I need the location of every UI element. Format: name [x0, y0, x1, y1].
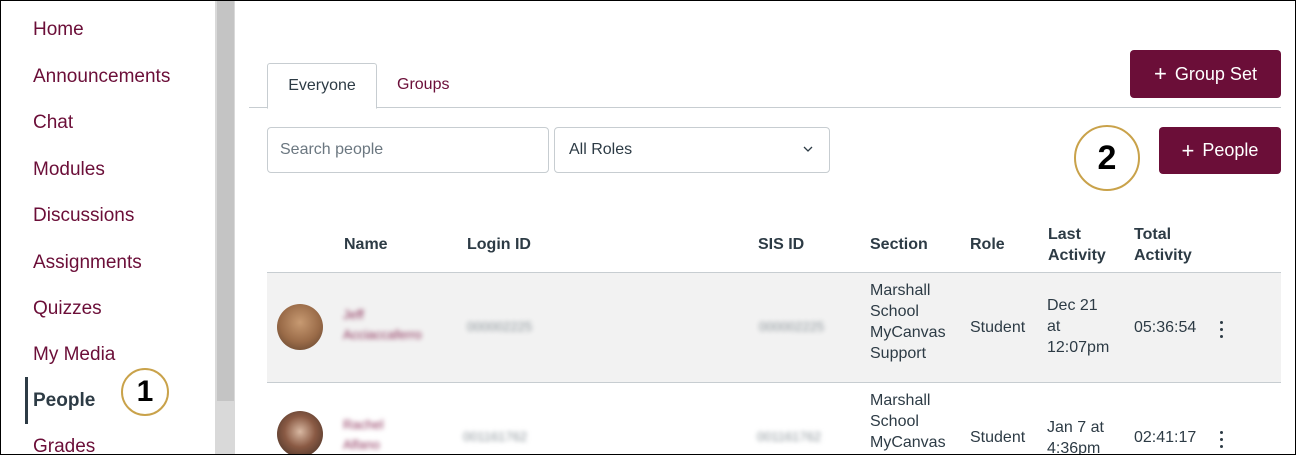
- nav-item-chat[interactable]: Chat: [33, 112, 73, 134]
- nav-item-home[interactable]: Home: [33, 19, 84, 41]
- header-last-activity[interactable]: Last Activity: [1048, 224, 1106, 266]
- header-sis-id[interactable]: SIS ID: [758, 234, 804, 255]
- plus-icon: +: [1181, 137, 1195, 163]
- header-total-activity-line2: Activity: [1134, 247, 1192, 264]
- sis-id: 001161762: [757, 429, 822, 444]
- section-line: School: [870, 303, 919, 320]
- sidebar-scrollbar-thumb[interactable]: [217, 1, 234, 401]
- header-role[interactable]: Role: [970, 234, 1005, 255]
- nav-item-quizzes[interactable]: Quizzes: [33, 298, 102, 320]
- last-activity-line: 12:07pm: [1047, 339, 1110, 356]
- nav-item-announcements[interactable]: Announcements: [33, 66, 170, 88]
- table-row: Jeff Acciaccaferro 000002225 000002225 M…: [267, 273, 1281, 383]
- course-nav-sidebar: Home Announcements Chat Modules Discussi…: [1, 1, 215, 454]
- section-cell: Marshall School MyCanvas: [870, 390, 946, 453]
- add-group-set-label: Group Set: [1174, 63, 1257, 84]
- active-indicator: [25, 377, 28, 424]
- last-activity-line: at: [1047, 318, 1061, 335]
- role-cell: Student: [970, 319, 1026, 336]
- avatar[interactable]: [277, 304, 323, 350]
- total-activity-cell: 05:36:54: [1134, 319, 1197, 336]
- user-first-name: Jeff: [343, 307, 364, 322]
- header-total-activity-line1: Total: [1134, 226, 1172, 243]
- section-line: Marshall: [870, 392, 931, 409]
- roles-select-value: All Roles: [569, 141, 633, 158]
- callout-number-2: 2: [1074, 125, 1140, 191]
- last-activity-cell: Jan 7 at 4:36pm: [1047, 417, 1104, 455]
- user-name-link[interactable]: Jeff Acciaccaferro: [343, 305, 422, 345]
- add-people-button[interactable]: + People: [1159, 127, 1281, 174]
- search-people-input[interactable]: [267, 127, 549, 173]
- last-activity-line: 4:36pm: [1047, 440, 1101, 455]
- nav-item-my-media[interactable]: My Media: [33, 344, 115, 366]
- nav-item-assignments[interactable]: Assignments: [33, 252, 142, 274]
- avatar[interactable]: [277, 411, 323, 454]
- add-people-label: People: [1202, 140, 1259, 160]
- people-tabs: Everyone Groups: [249, 63, 1281, 109]
- section-line: MyCanvas: [870, 434, 946, 451]
- more-options-icon[interactable]: [1220, 321, 1224, 341]
- roles-select[interactable]: All Roles: [554, 127, 830, 173]
- total-activity-cell: 02:41:17: [1134, 429, 1197, 446]
- user-last-name: Acciaccaferro: [343, 327, 422, 342]
- header-login-id[interactable]: Login ID: [467, 234, 531, 255]
- header-section[interactable]: Section: [870, 234, 928, 255]
- header-total-activity[interactable]: Total Activity: [1134, 224, 1192, 266]
- plus-icon: +: [1154, 61, 1167, 86]
- nav-item-modules[interactable]: Modules: [33, 159, 105, 181]
- sis-id: 000002225: [759, 319, 825, 334]
- login-id: 000002225: [467, 319, 533, 334]
- user-last-name: Alfano: [343, 437, 380, 452]
- tab-everyone[interactable]: Everyone: [267, 63, 377, 109]
- tab-groups[interactable]: Groups: [397, 63, 449, 107]
- header-last-activity-line1: Last: [1048, 226, 1081, 243]
- login-id: 001161762: [463, 429, 528, 444]
- user-first-name: Rachel: [343, 417, 384, 432]
- nav-item-people[interactable]: People: [33, 390, 95, 412]
- header-name[interactable]: Name: [344, 234, 388, 255]
- nav-item-grades[interactable]: Grades: [33, 436, 95, 454]
- nav-item-discussions[interactable]: Discussions: [33, 205, 134, 227]
- people-page: Everyone Groups + Group Set All Roles 2 …: [235, 1, 1295, 455]
- last-activity-line: Jan 7 at: [1047, 419, 1104, 436]
- user-name-link[interactable]: Rachel Alfano: [343, 415, 384, 454]
- add-group-set-button[interactable]: + Group Set: [1130, 50, 1281, 98]
- role-cell: Student: [970, 429, 1026, 446]
- app-window: Home Announcements Chat Modules Discussi…: [0, 0, 1296, 455]
- section-line: School: [870, 413, 919, 430]
- table-row: Rachel Alfano 001161762 001161762 Marsha…: [267, 383, 1281, 455]
- more-options-icon[interactable]: [1220, 431, 1224, 451]
- section-line: MyCanvas: [870, 324, 946, 341]
- header-last-activity-line2: Activity: [1048, 247, 1106, 264]
- section-cell: Marshall School MyCanvas Support: [870, 280, 946, 364]
- section-line: Support: [870, 345, 927, 362]
- section-line: Marshall: [870, 282, 931, 299]
- callout-number-1: 1: [121, 368, 169, 416]
- last-activity-cell: Dec 21 at 12:07pm: [1047, 295, 1109, 358]
- last-activity-line: Dec 21: [1047, 297, 1098, 314]
- chevron-down-icon: [803, 146, 813, 152]
